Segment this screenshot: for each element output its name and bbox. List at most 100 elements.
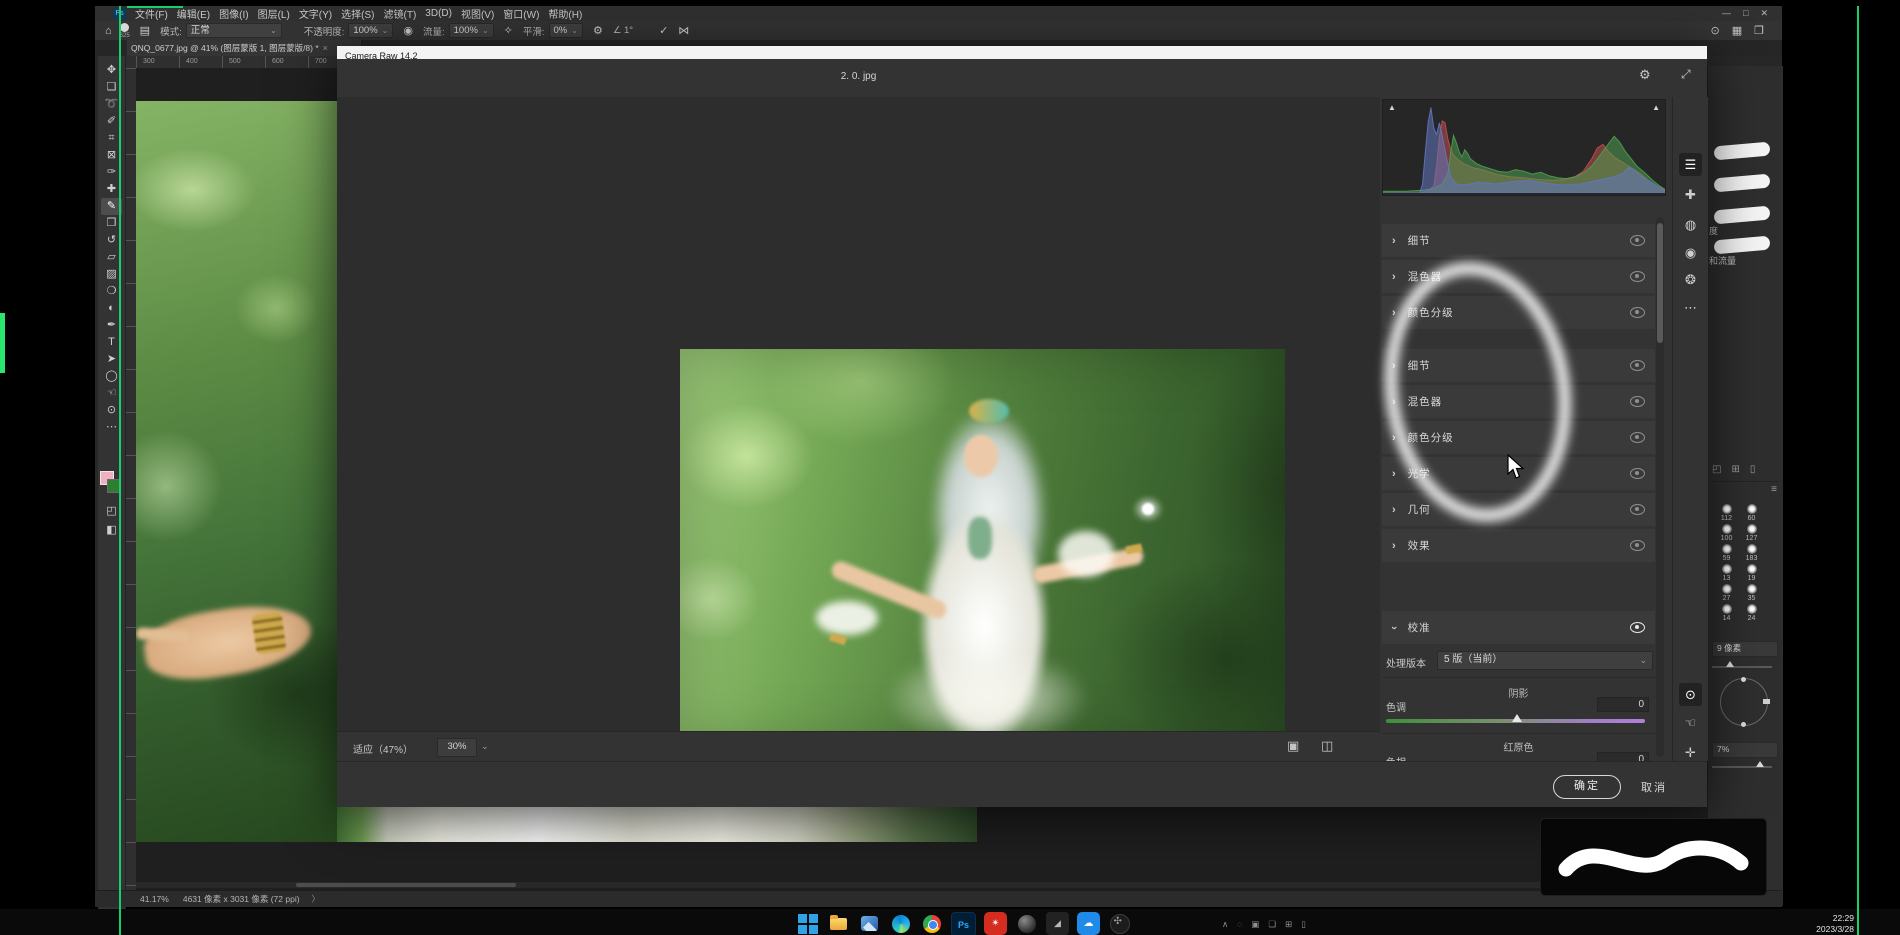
brush-preset[interactable]: 183 <box>1739 544 1764 562</box>
eyedropper-tool[interactable]: ✑ <box>101 164 122 181</box>
brush-preset-picker[interactable]: 625 <box>120 23 130 39</box>
menu-window[interactable]: 窗口(W) <box>503 6 539 21</box>
home-icon[interactable]: ⌂ <box>105 25 112 37</box>
dialog-title-bar[interactable]: Camera Raw 14.2 <box>337 46 1707 59</box>
brush-angle-dial[interactable] <box>1720 678 1768 726</box>
path-select-tool[interactable]: ➤ <box>101 351 122 368</box>
image-preview-area[interactable] <box>337 97 1380 731</box>
cr-section-row[interactable]: › 混色器 <box>1382 260 1655 293</box>
before-after-view-icon[interactable]: ◫ <box>1321 738 1333 754</box>
start-button[interactable] <box>796 912 819 935</box>
cr-section-row[interactable]: › 效果 <box>1382 529 1655 562</box>
menu-select[interactable]: 选择(S) <box>341 6 374 21</box>
brush-preset[interactable]: 100 <box>1714 524 1739 542</box>
horizontal-scrollbar[interactable] <box>136 882 1707 888</box>
maximize-icon[interactable]: □ <box>1743 8 1748 19</box>
menu-edit[interactable]: 编辑(E) <box>177 6 210 21</box>
taskbar-clock[interactable]: 22:29 2023/3/28 <box>1760 913 1854 935</box>
cr-section-row[interactable]: › 几何 <box>1382 493 1655 526</box>
brush-preset[interactable]: 59 <box>1714 544 1739 562</box>
more-options-icon[interactable]: ⋯ <box>1679 296 1702 319</box>
gradient-tool[interactable]: ▨ <box>101 266 122 283</box>
preferences-gear-icon[interactable]: ⚙ <box>1639 67 1651 83</box>
healing-tool[interactable]: ✚ <box>1679 183 1702 206</box>
eye-icon[interactable] <box>1630 540 1645 551</box>
dark-app-icon[interactable] <box>1015 912 1038 935</box>
cancel-button[interactable]: 取消 <box>1641 779 1667 795</box>
airbrush-icon[interactable]: ✧ <box>504 24 513 37</box>
delete-icon[interactable]: ▯ <box>1750 464 1756 475</box>
brush-tool[interactable]: ✎ <box>101 198 122 215</box>
brush-preset[interactable]: 24 <box>1739 604 1764 622</box>
edge-browser-icon[interactable] <box>889 912 912 935</box>
cr-section-row[interactable]: › 混色器 <box>1382 385 1655 418</box>
hand-tool[interactable]: ☜ <box>101 385 122 402</box>
scrollbar-thumb[interactable] <box>1657 223 1663 343</box>
brush-preset[interactable]: 35 <box>1739 584 1764 602</box>
eye-icon[interactable] <box>1630 432 1645 443</box>
screen-mode-icon[interactable]: ◧ <box>101 522 122 539</box>
lasso-tool[interactable]: ➰ <box>101 96 122 113</box>
minimize-icon[interactable]: — <box>1722 8 1731 19</box>
eye-icon[interactable] <box>1630 622 1645 633</box>
eye-icon[interactable] <box>1630 360 1645 371</box>
tray-icon[interactable]: ⊞ <box>1285 919 1292 930</box>
tray-icon[interactable]: ∧ <box>1222 919 1228 930</box>
quick-selection-tool[interactable]: ✐ <box>101 113 122 130</box>
cr-section-row[interactable]: › <box>1382 332 1655 346</box>
tray-icon[interactable]: ❏ <box>1268 919 1276 930</box>
panel-menu-icon[interactable]: ≡ <box>1771 484 1777 495</box>
marquee-tool[interactable]: ❏ <box>101 79 122 96</box>
screen-layout-icon[interactable]: ❐ <box>1754 24 1764 37</box>
cr-section-row[interactable]: › 光学 <box>1382 457 1655 490</box>
photoshop-app-icon[interactable]: Ps <box>951 912 976 935</box>
opacity-input[interactable]: 100% ⌄ <box>348 23 393 38</box>
cr-section-calibration[interactable]: › 校准 <box>1382 611 1655 644</box>
background-color-swatch[interactable] <box>107 479 121 493</box>
blend-mode-select[interactable]: 正常 ⌄ <box>186 23 282 38</box>
red-app-icon[interactable]: ✴ <box>984 912 1007 935</box>
tint-slider[interactable] <box>1386 719 1645 723</box>
eye-icon[interactable] <box>1630 271 1645 282</box>
pen-tool[interactable]: ✒ <box>101 317 122 334</box>
pressure-opacity-icon[interactable]: ◉ <box>403 24 413 37</box>
menu-file[interactable]: 文件(F) <box>135 6 168 21</box>
brush-stroke-thumbnail[interactable] <box>1713 142 1770 161</box>
brush-stroke-thumbnail[interactable] <box>1713 236 1770 255</box>
tray-icon[interactable]: ▯ <box>1301 919 1306 930</box>
workspace-switcher-icon[interactable]: ▦ <box>1732 24 1742 37</box>
menu-3d[interactable]: 3D(D) <box>425 8 452 19</box>
edit-tool[interactable]: ☰ <box>1679 153 1702 176</box>
tray-icon[interactable]: ◌ <box>1237 919 1242 930</box>
utility-app-icon[interactable] <box>1108 912 1131 935</box>
cr-section-row[interactable]: › 细节 <box>1382 349 1655 382</box>
media-app-icon[interactable]: ◢ <box>1046 912 1069 935</box>
presets-tool[interactable]: ❂ <box>1679 268 1702 291</box>
cr-section-row[interactable]: › 细节 <box>1382 224 1655 257</box>
brush-hardness-slider[interactable] <box>1712 766 1772 768</box>
new-brush-icon[interactable]: ⊞ <box>1731 464 1739 475</box>
eye-icon[interactable] <box>1630 396 1645 407</box>
brush-size-field[interactable]: 9 像素 <box>1712 641 1778 657</box>
menu-type[interactable]: 文字(Y) <box>299 6 332 21</box>
menu-layer[interactable]: 图层(L) <box>258 6 290 21</box>
brush-preset[interactable]: 127 <box>1739 524 1764 542</box>
eye-icon[interactable] <box>1630 504 1645 515</box>
masking-tool[interactable]: ◍ <box>1679 213 1702 236</box>
brush-stroke-thumbnail[interactable] <box>1713 206 1770 225</box>
slider-thumb[interactable] <box>1512 714 1522 722</box>
clone-stamp-tool[interactable]: ❒ <box>101 215 122 232</box>
zoom-level-select[interactable]: 30% <box>437 738 477 757</box>
eye-icon[interactable] <box>1630 307 1645 318</box>
move-tool[interactable]: ✥ <box>101 62 122 79</box>
brush-preset[interactable]: 13 <box>1714 564 1739 582</box>
menu-image[interactable]: 图像(I) <box>219 6 248 21</box>
status-arrow-icon[interactable]: 〉 <box>312 893 321 905</box>
photos-app-icon[interactable] <box>858 912 881 935</box>
tint-value-input[interactable]: 0 <box>1597 697 1649 712</box>
menu-view[interactable]: 视图(V) <box>461 6 494 21</box>
histogram[interactable]: ▲ ▲ <box>1382 99 1666 196</box>
brush-size-slider[interactable] <box>1712 666 1772 668</box>
menu-filter[interactable]: 滤镜(T) <box>384 6 417 21</box>
quick-mask-icon[interactable]: ◰ <box>101 503 122 520</box>
